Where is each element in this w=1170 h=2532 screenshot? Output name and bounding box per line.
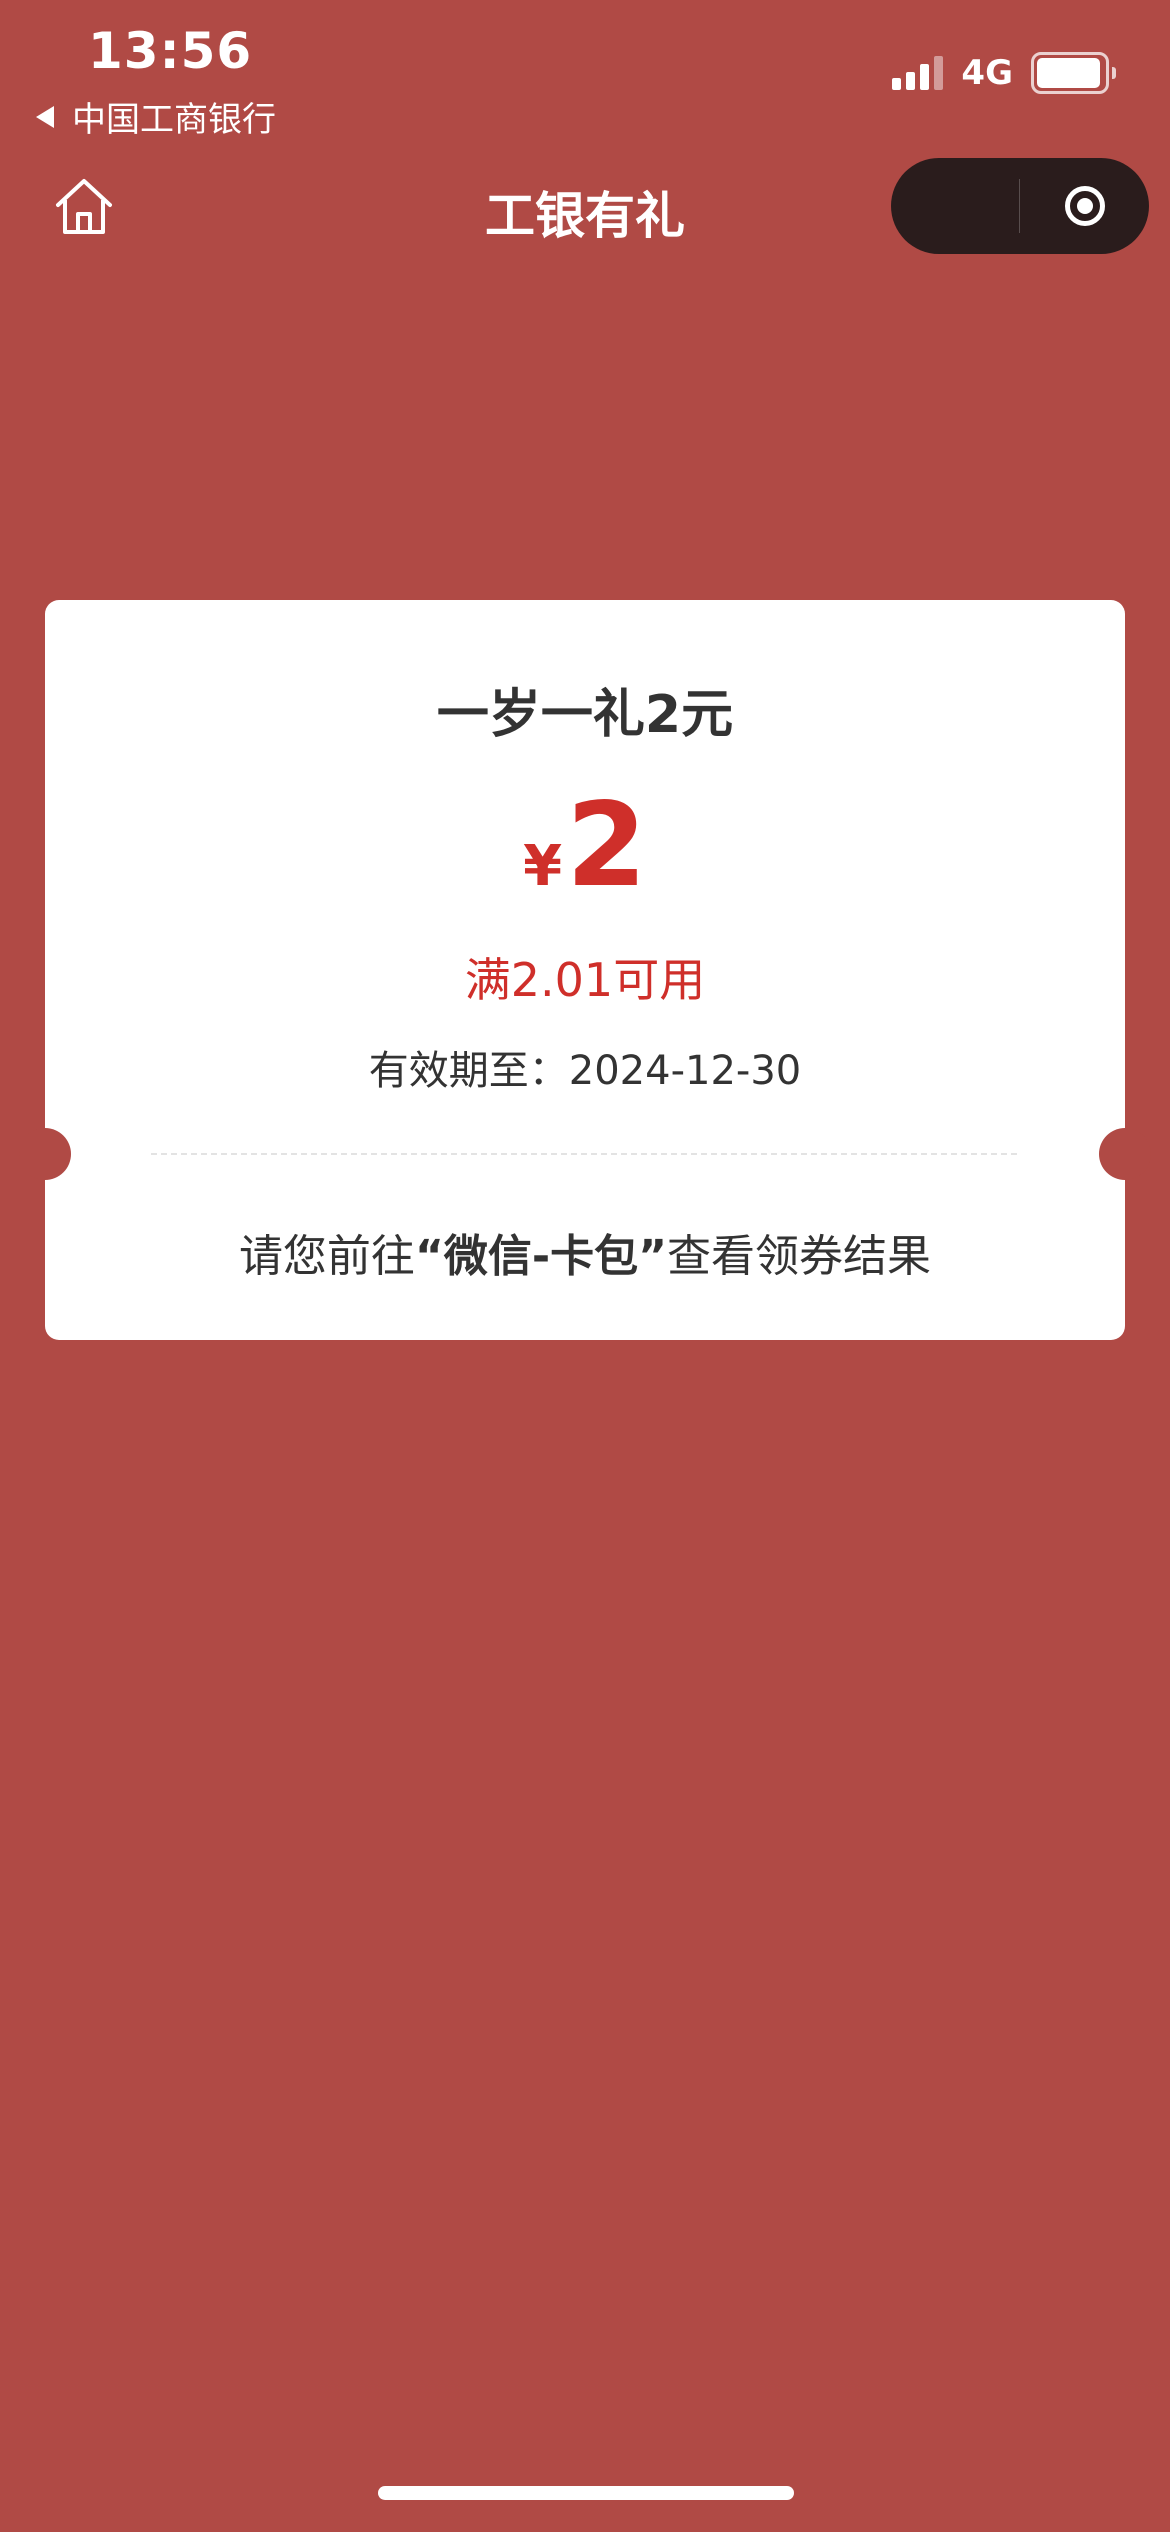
currency-symbol: ¥ — [523, 834, 563, 899]
signal-strength-icon — [892, 56, 944, 90]
notice-suffix: 查看领券结果 — [667, 1231, 932, 1282]
network-type: 4G — [961, 53, 1013, 93]
more-menu-button[interactable] — [891, 158, 1019, 254]
miniprogram-close-icon — [1064, 186, 1105, 226]
status-time: 13:56 — [88, 22, 253, 80]
card-notch-left — [19, 1128, 71, 1180]
validity-period: 有效期至：2024-12-30 — [45, 1038, 1125, 1096]
coupon-card: 一岁一礼2元 ¥2 满2.01可用 有效期至：2024-12-30 请您前往“微… — [19, 600, 1151, 1340]
coupon-price: ¥2 — [45, 788, 1125, 904]
coupon-title: 一岁一礼2元 — [436, 685, 734, 745]
claim-notice: 请您前往“微信-卡包”查看领券结果 — [45, 1220, 1125, 1284]
coupon-amount: 2 — [566, 778, 647, 913]
battery-icon — [1031, 52, 1116, 94]
dashed-divider — [151, 1153, 1017, 1155]
back-to-app-link[interactable]: 中国工商银行 — [36, 92, 276, 141]
home-indicator[interactable] — [378, 2486, 794, 2500]
back-app-label: 中国工商银行 — [72, 100, 276, 140]
notice-highlight: “微信-卡包” — [414, 1231, 668, 1282]
back-triangle-icon — [36, 105, 54, 128]
status-indicators: 4G — [892, 52, 1116, 94]
miniprogram-capsule — [891, 158, 1149, 254]
validity-date: 2024-12-30 — [568, 1048, 802, 1094]
card-notch-right — [1099, 1128, 1151, 1180]
validity-label: 有效期至： — [368, 1048, 569, 1094]
close-miniprogram-button[interactable] — [1020, 158, 1149, 254]
notice-prefix: 请您前往 — [238, 1231, 415, 1282]
usage-condition: 满2.01可用 — [464, 953, 706, 1007]
